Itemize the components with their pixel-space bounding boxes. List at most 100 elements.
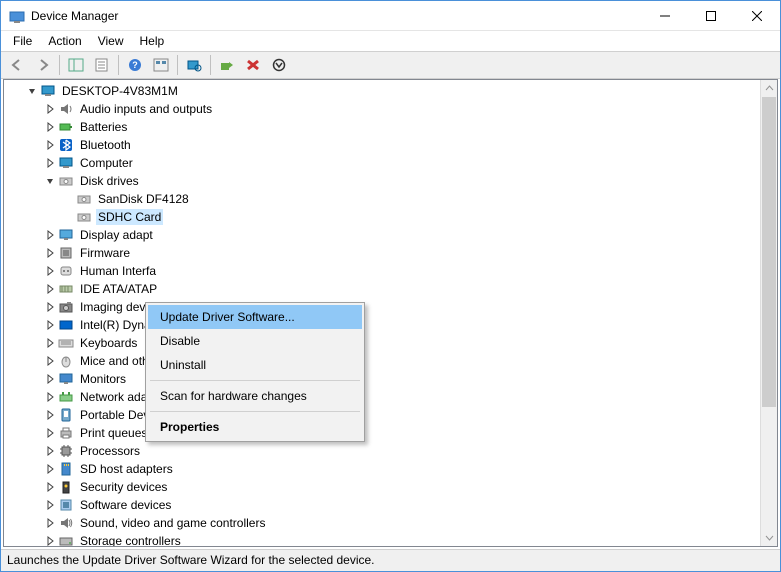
- tree-expander-closed[interactable]: [44, 157, 56, 169]
- tree-category[interactable]: Processors: [4, 442, 760, 460]
- tree-category[interactable]: Print queues: [4, 424, 760, 442]
- tree-category[interactable]: SD host adapters: [4, 460, 760, 478]
- close-button[interactable]: [734, 1, 780, 31]
- tree-node-label: Display adapt: [78, 227, 155, 243]
- tree-category[interactable]: Disk drives: [4, 172, 760, 190]
- tree-category[interactable]: Keyboards: [4, 334, 760, 352]
- maximize-button[interactable]: [688, 1, 734, 31]
- menu-action[interactable]: Action: [40, 32, 89, 50]
- tree-category[interactable]: IDE ATA/ATAP: [4, 280, 760, 298]
- firmware-icon: [58, 245, 74, 261]
- tree-expander-open[interactable]: [44, 175, 56, 187]
- tree-expander-closed[interactable]: [44, 445, 56, 457]
- window-title: Device Manager: [31, 9, 642, 23]
- tree-category[interactable]: Computer: [4, 154, 760, 172]
- tree-expander-closed[interactable]: [44, 481, 56, 493]
- tree-expander-closed[interactable]: [44, 517, 56, 529]
- window-controls: [642, 1, 780, 31]
- tree-root[interactable]: DESKTOP-4V83M1M: [4, 82, 760, 100]
- context-menu-item[interactable]: Disable: [148, 329, 362, 353]
- view-mode-button[interactable]: [149, 54, 173, 76]
- vertical-scrollbar[interactable]: [760, 80, 777, 546]
- tree-category[interactable]: Portable Devices: [4, 406, 760, 424]
- speaker-icon: [58, 101, 74, 117]
- cpu-icon: [58, 443, 74, 459]
- tree-expander-closed[interactable]: [44, 265, 56, 277]
- scroll-down-button[interactable]: [761, 529, 777, 546]
- tree-expander-closed[interactable]: [44, 103, 56, 115]
- tree-category[interactable]: Software devices: [4, 496, 760, 514]
- tree-category[interactable]: Imaging devic: [4, 298, 760, 316]
- properties-button[interactable]: [90, 54, 114, 76]
- tree-expander-closed[interactable]: [44, 283, 56, 295]
- tree-expander-closed[interactable]: [44, 391, 56, 403]
- uninstall-button[interactable]: [241, 54, 265, 76]
- tree-category[interactable]: Intel(R) Dynar: [4, 316, 760, 334]
- menu-separator: [150, 380, 360, 381]
- tree-expander-closed[interactable]: [44, 499, 56, 511]
- display-icon: [58, 227, 74, 243]
- titlebar: Device Manager: [1, 1, 780, 31]
- context-menu-item[interactable]: Scan for hardware changes: [148, 384, 362, 408]
- tree-expander-closed[interactable]: [44, 121, 56, 133]
- context-menu-item[interactable]: Update Driver Software...: [148, 305, 362, 329]
- tree-expander-closed[interactable]: [44, 535, 56, 546]
- storage-icon: [58, 533, 74, 546]
- toolbar-separator: [59, 55, 60, 75]
- show-hide-tree-button[interactable]: [64, 54, 88, 76]
- context-menu: Update Driver Software...DisableUninstal…: [145, 302, 365, 442]
- tree-node-label: Human Interfa: [78, 263, 158, 279]
- tree-expander-closed[interactable]: [44, 373, 56, 385]
- tree-category[interactable]: Storage controllers: [4, 532, 760, 546]
- tree-category[interactable]: Human Interfa: [4, 262, 760, 280]
- context-menu-item[interactable]: Properties: [148, 415, 362, 439]
- disable-button[interactable]: [267, 54, 291, 76]
- toolbar: ?: [1, 51, 780, 79]
- computer-icon: [58, 155, 74, 171]
- scan-hardware-button[interactable]: [182, 54, 206, 76]
- hid-icon: [58, 263, 74, 279]
- tree-category[interactable]: Sound, video and game controllers: [4, 514, 760, 532]
- tree-expander-closed[interactable]: [44, 463, 56, 475]
- tree-category[interactable]: Bluetooth: [4, 136, 760, 154]
- context-menu-item[interactable]: Uninstall: [148, 353, 362, 377]
- menu-help[interactable]: Help: [132, 32, 173, 50]
- tree-expander-closed[interactable]: [44, 247, 56, 259]
- menu-view[interactable]: View: [90, 32, 132, 50]
- tree-expander-closed[interactable]: [44, 427, 56, 439]
- scroll-up-button[interactable]: [761, 80, 777, 97]
- disk-icon: [76, 209, 92, 225]
- menu-file[interactable]: File: [5, 32, 40, 50]
- forward-button[interactable]: [31, 54, 55, 76]
- tree-expander-open[interactable]: [26, 85, 38, 97]
- tree-expander-closed[interactable]: [44, 301, 56, 313]
- help-button[interactable]: ?: [123, 54, 147, 76]
- tree-node-label: Sound, video and game controllers: [78, 515, 267, 531]
- update-driver-button[interactable]: [215, 54, 239, 76]
- tree-expander-closed[interactable]: [44, 409, 56, 421]
- tree-category[interactable]: Monitors: [4, 370, 760, 388]
- battery-icon: [58, 119, 74, 135]
- tree-expander-closed[interactable]: [44, 139, 56, 151]
- intel-icon: [58, 317, 74, 333]
- tree-expander-closed[interactable]: [44, 229, 56, 241]
- tree-category[interactable]: Display adapt: [4, 226, 760, 244]
- tree-category[interactable]: Audio inputs and outputs: [4, 100, 760, 118]
- tree-device[interactable]: SDHC Card: [4, 208, 760, 226]
- monitor-icon: [58, 371, 74, 387]
- tree-category[interactable]: Batteries: [4, 118, 760, 136]
- portable-icon: [58, 407, 74, 423]
- tree-category[interactable]: Mice and other pointing devices: [4, 352, 760, 370]
- tree-expander-closed[interactable]: [44, 337, 56, 349]
- tree-device[interactable]: SanDisk DF4128: [4, 190, 760, 208]
- statusbar: Launches the Update Driver Software Wiza…: [1, 549, 780, 571]
- tree-expander-closed[interactable]: [44, 355, 56, 367]
- tree-category[interactable]: Firmware: [4, 244, 760, 262]
- tree-category[interactable]: Network adapters: [4, 388, 760, 406]
- minimize-button[interactable]: [642, 1, 688, 31]
- scrollbar-thumb[interactable]: [762, 97, 776, 407]
- back-button[interactable]: [5, 54, 29, 76]
- device-tree[interactable]: DESKTOP-4V83M1M Audio inputs and outputs…: [4, 80, 760, 546]
- tree-expander-closed[interactable]: [44, 319, 56, 331]
- tree-category[interactable]: Security devices: [4, 478, 760, 496]
